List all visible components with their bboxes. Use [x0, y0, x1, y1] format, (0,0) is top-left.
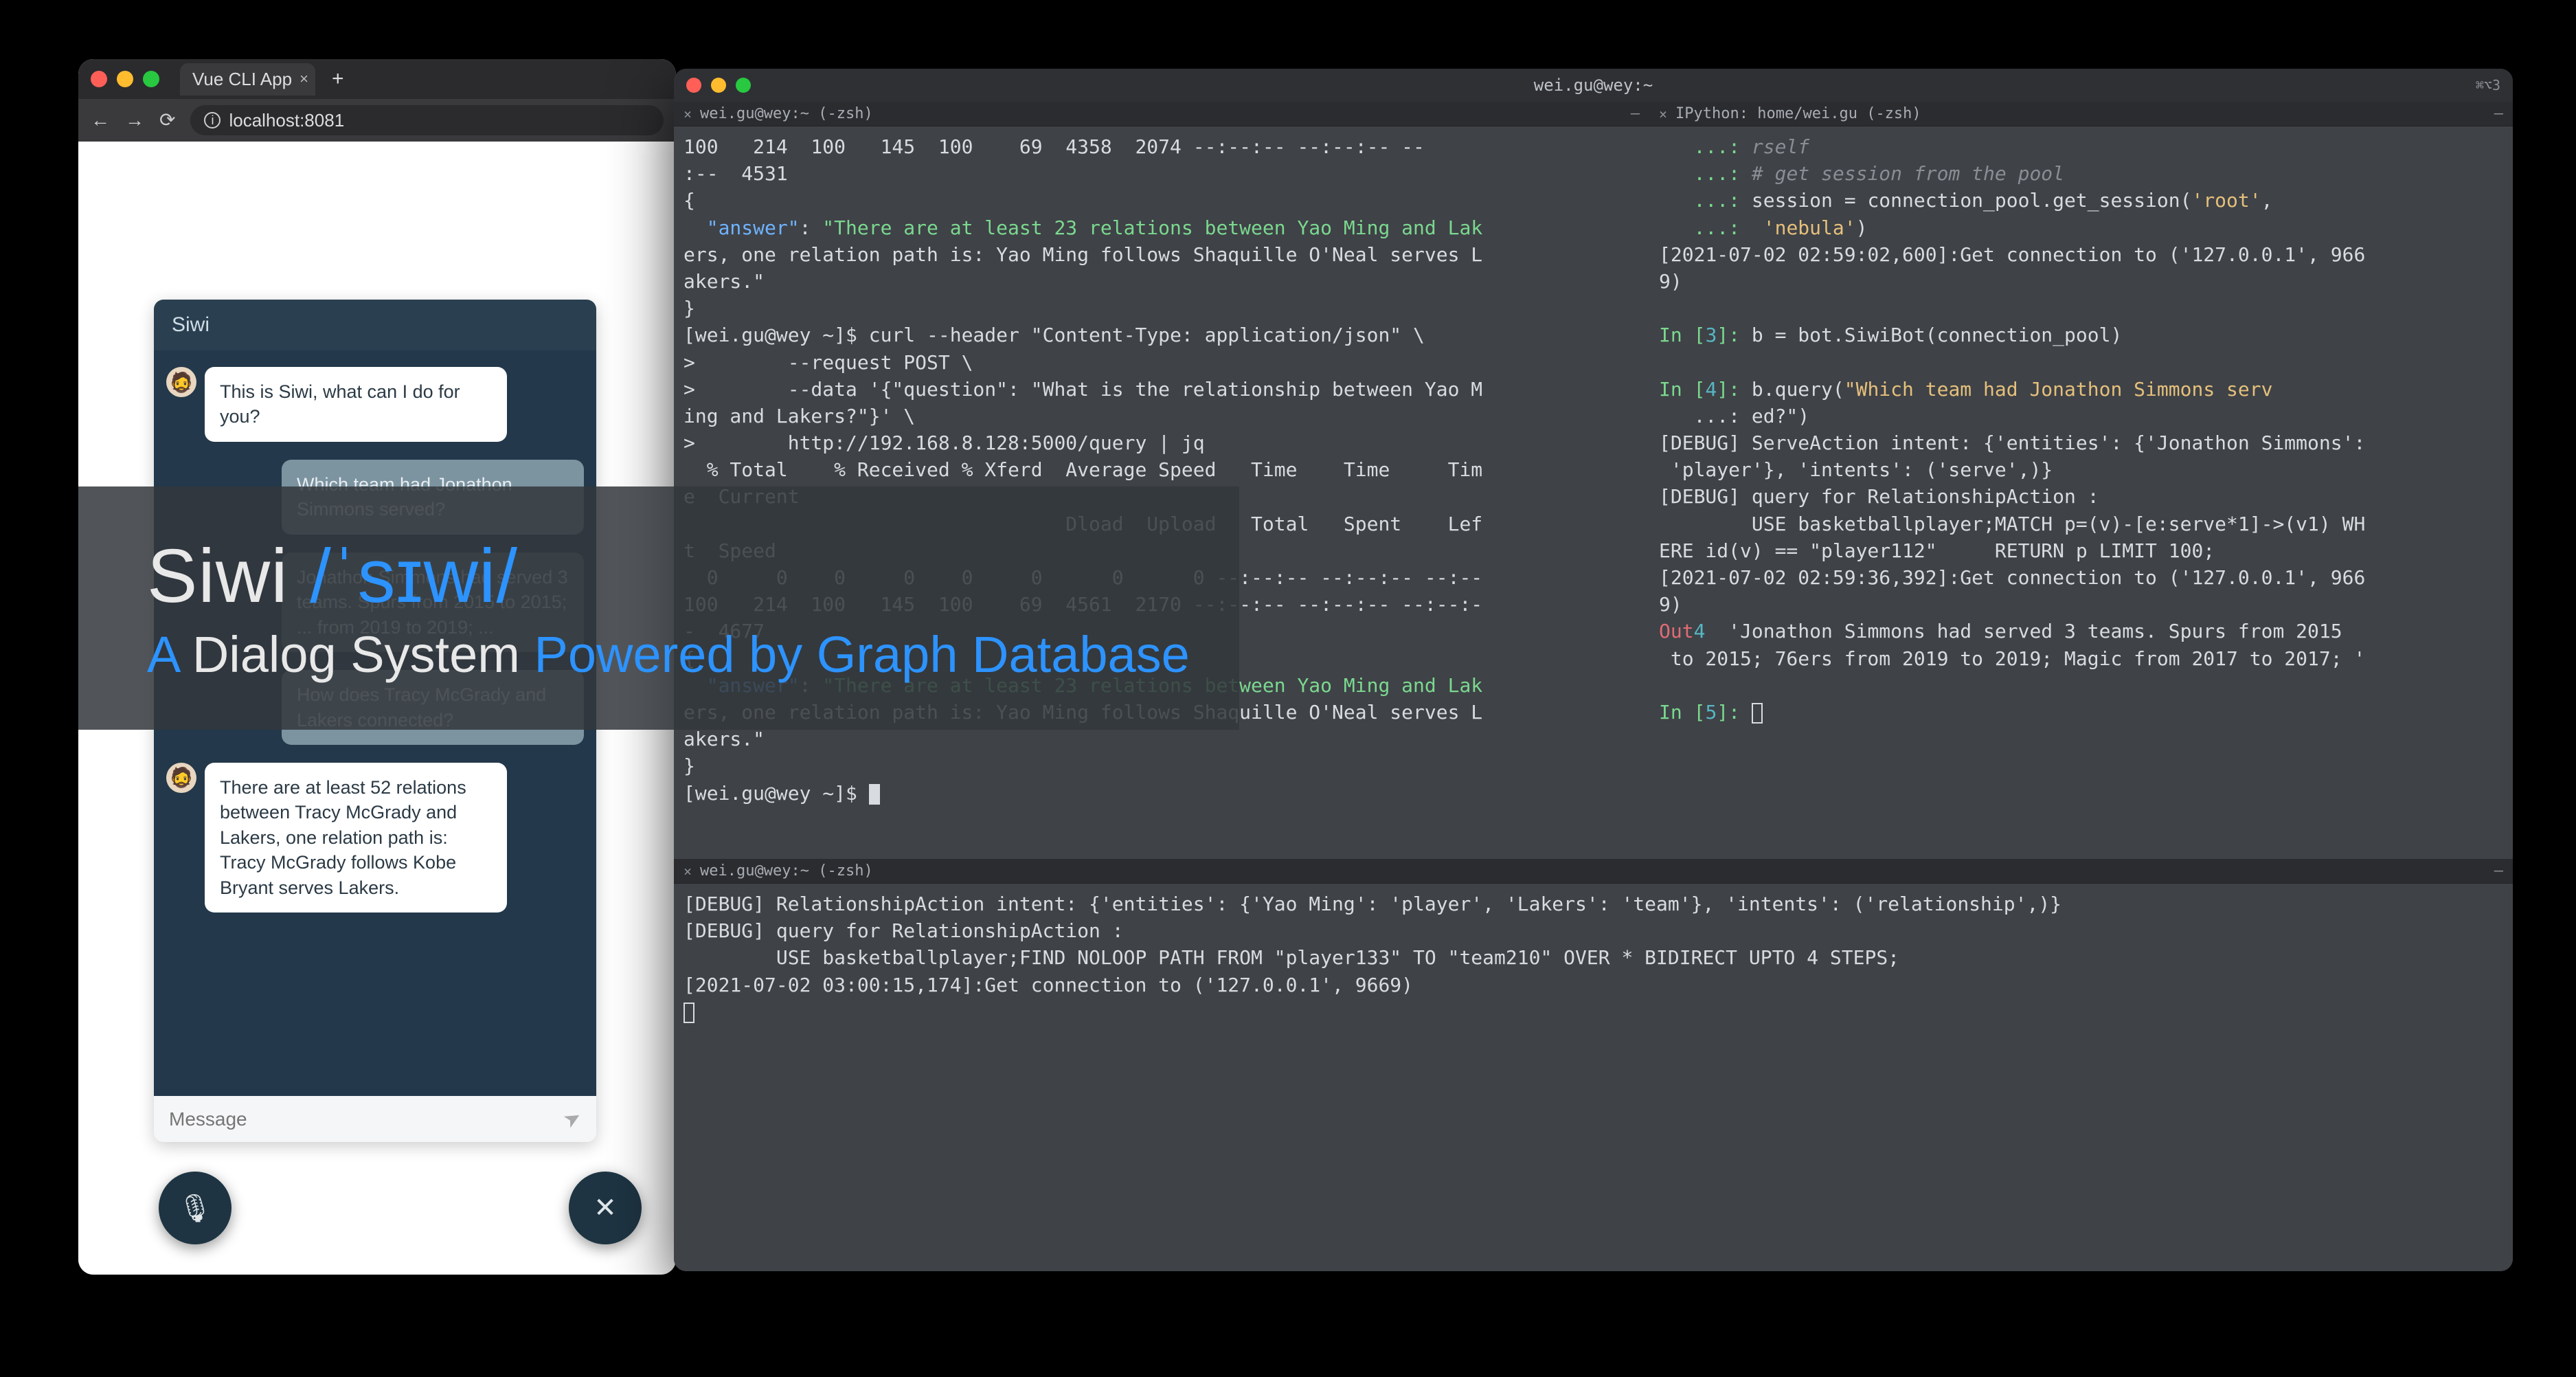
pane-top-right[interactable]: × IPython: home/wei.gu (-zsh) — ...: rse… — [1649, 102, 2513, 859]
hero-tagline: A Dialog System Powered by Graph Databas… — [147, 625, 1239, 684]
hero-phonetic: /ˈsɪwi/ — [310, 534, 518, 618]
pane-content[interactable]: ...: rself ...: # get session from the p… — [1649, 126, 2513, 732]
avatar: 🧔 — [166, 763, 196, 793]
tagline-b: Dialog System — [192, 626, 520, 683]
hero-title: Siwi /ˈsɪwi/ — [147, 533, 1239, 620]
chat-bubble: There are at least 52 relations between … — [205, 763, 507, 913]
minimize-pane-icon[interactable]: — — [2494, 105, 2503, 122]
minimize-pane-icon[interactable]: — — [1631, 105, 1640, 122]
browser-tab[interactable]: Vue CLI App × — [180, 63, 315, 96]
pane-top-left[interactable]: × wei.gu@wey:~ (-zsh) — 100 214 100 145 … — [674, 102, 1649, 859]
fullscreen-window-icon[interactable] — [736, 78, 751, 93]
close-window-icon[interactable] — [686, 78, 701, 93]
minimize-window-icon[interactable] — [117, 71, 133, 87]
message-input[interactable] — [169, 1108, 554, 1130]
site-info-icon[interactable]: i — [204, 112, 221, 128]
chat-input-bar: ➤ — [154, 1096, 596, 1142]
mic-icon: 🎙 — [178, 1192, 213, 1224]
url-text: localhost:8081 — [229, 110, 344, 131]
hero-name: Siwi — [147, 534, 289, 618]
close-tab-icon[interactable]: × — [300, 70, 308, 88]
terminal-title: wei.gu@wey:~ — [1534, 76, 1653, 95]
chat-message-bot: 🧔 There are at least 52 relations betwee… — [166, 763, 584, 913]
tagline-c: Powered by Graph Database — [534, 626, 1189, 683]
tab-title: Vue CLI App — [192, 69, 292, 90]
browser-chrome: Vue CLI App × + ← → ⟳ i localhost:8081 — [78, 59, 676, 142]
mic-button[interactable]: 🎙 — [159, 1172, 231, 1244]
tagline-a: A — [147, 626, 178, 683]
pane-tab-title: IPython: home/wei.gu (-zsh) — [1675, 105, 1921, 122]
close-pane-icon[interactable]: × — [1659, 106, 1667, 122]
avatar: 🧔 — [166, 367, 196, 397]
window-controls — [91, 71, 159, 87]
close-pane-icon[interactable]: × — [683, 863, 692, 880]
pane-content[interactable]: [DEBUG] RelationshipAction intent: {'ent… — [674, 884, 2513, 1032]
chat-header: Siwi — [154, 300, 596, 350]
new-tab-button[interactable]: + — [325, 67, 351, 91]
pane-tab[interactable]: × wei.gu@wey:~ (-zsh) — — [674, 102, 1649, 126]
back-icon[interactable]: ← — [91, 111, 110, 130]
close-window-icon[interactable] — [91, 71, 107, 87]
pane-bottom[interactable]: × wei.gu@wey:~ (-zsh) — [DEBUG] Relation… — [674, 859, 2513, 1271]
close-icon: ✕ — [594, 1192, 617, 1224]
pane-indicator: ⌘⌥3 — [2476, 77, 2500, 93]
browser-toolbar: ← → ⟳ i localhost:8081 — [78, 99, 676, 142]
pane-tab-title: wei.gu@wey:~ (-zsh) — [700, 105, 873, 122]
forward-icon[interactable]: → — [125, 111, 144, 130]
address-bar[interactable]: i localhost:8081 — [190, 105, 664, 135]
chat-message-bot: 🧔 This is Siwi, what can I do for you? — [166, 367, 584, 442]
minimize-pane-icon[interactable]: — — [2494, 862, 2503, 880]
fullscreen-window-icon[interactable] — [143, 71, 159, 87]
close-chat-button[interactable]: ✕ — [569, 1172, 642, 1244]
chat-bubble: This is Siwi, what can I do for you? — [205, 367, 507, 442]
terminal-titlebar: wei.gu@wey:~ ⌘⌥3 — [674, 69, 2513, 102]
reload-icon[interactable]: ⟳ — [159, 111, 175, 130]
browser-tabbar: Vue CLI App × + — [78, 59, 676, 99]
pane-tab-title: wei.gu@wey:~ (-zsh) — [700, 862, 873, 880]
minimize-window-icon[interactable] — [711, 78, 726, 93]
pane-tab[interactable]: × IPython: home/wei.gu (-zsh) — — [1649, 102, 2513, 126]
window-controls — [686, 78, 751, 93]
send-icon[interactable]: ➤ — [559, 1104, 586, 1134]
pane-tab[interactable]: × wei.gu@wey:~ (-zsh) — — [674, 859, 2513, 884]
close-pane-icon[interactable]: × — [683, 106, 692, 122]
hero-overlay: Siwi /ˈsɪwi/ A Dialog System Powered by … — [78, 486, 1239, 730]
